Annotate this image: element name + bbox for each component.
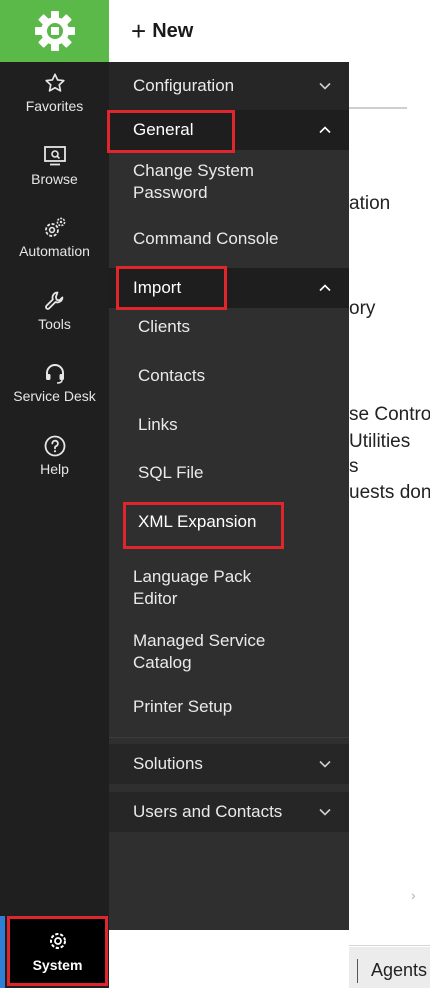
menu-item-label: Clients: [138, 317, 190, 336]
background-text: ory: [349, 298, 376, 319]
status-agents[interactable]: Agents: [371, 960, 427, 981]
rail-item-automation[interactable]: Automation: [0, 215, 109, 283]
top-bar: + New: [109, 0, 430, 63]
menu-item-managed-service-catalog[interactable]: Managed Service Catalog: [109, 628, 349, 678]
left-nav-rail: Favorites Browse Automation Tools Servic…: [0, 0, 109, 988]
menu-item-label: General: [133, 120, 194, 139]
background-text: se Contro: [349, 404, 430, 425]
menu-item-label: XML Expansion: [138, 512, 257, 531]
menu-item-label: Solutions: [133, 754, 203, 773]
menu-item-solutions[interactable]: Solutions: [109, 744, 349, 784]
star-icon: [44, 70, 66, 96]
menu-item-language-pack-editor[interactable]: Language Pack Editor: [109, 564, 349, 614]
rail-item-label: Automation: [19, 243, 90, 259]
rail-item-help[interactable]: Help: [0, 433, 109, 501]
help-icon: [43, 433, 67, 459]
menu-item-xml-expansion[interactable]: XML Expansion: [109, 507, 349, 537]
menu-item-configuration[interactable]: Configuration: [109, 62, 349, 110]
browse-icon: [43, 143, 67, 169]
scroll-right-icon[interactable]: ›: [411, 887, 416, 903]
menu-item-label: Users and Contacts: [133, 802, 283, 821]
menu-item-command-console[interactable]: Command Console: [109, 224, 349, 254]
rail-item-label: Browse: [31, 171, 78, 187]
app-logo[interactable]: [0, 0, 109, 62]
status-bar: Agents: [349, 947, 430, 988]
chevron-down-icon: [319, 82, 331, 90]
divider: [349, 107, 407, 109]
rail-item-label: Help: [40, 461, 69, 477]
gears-icon: [42, 215, 68, 241]
menu-item-label: Contacts: [138, 366, 206, 385]
divider: [357, 959, 358, 983]
chevron-up-icon: [319, 126, 331, 134]
rail-item-label: System: [32, 957, 83, 973]
chevron-down-icon: [319, 760, 331, 768]
menu-item-label: Command Console: [133, 229, 279, 248]
plus-icon: +: [131, 16, 147, 46]
menu-item-general[interactable]: General: [109, 110, 349, 150]
rail-item-label: Tools: [38, 316, 71, 332]
menu-item-label: Links: [138, 415, 178, 434]
background-page: ation ory se Contro Utilities s uests do…: [349, 62, 430, 988]
menu-item-printer-setup[interactable]: Printer Setup: [109, 692, 349, 722]
rail-item-service-desk[interactable]: Service Desk: [0, 360, 109, 428]
chevron-up-icon: [319, 284, 331, 292]
menu-item-label: Printer Setup: [133, 697, 233, 716]
menu-item-sql-file[interactable]: SQL File: [109, 458, 349, 488]
active-indicator: [0, 916, 5, 988]
menu-item-clients[interactable]: Clients: [109, 312, 349, 342]
menu-item-label: Managed Service Catalog: [133, 631, 266, 672]
system-flyout-menu: Configuration General Change System Pass…: [107, 62, 349, 930]
menu-item-label: SQL File: [138, 463, 204, 482]
background-text: ation: [349, 193, 391, 214]
new-button[interactable]: + New: [131, 18, 193, 44]
menu-item-label: Language Pack Editor: [133, 567, 252, 608]
menu-divider: [109, 737, 349, 738]
rail-item-system[interactable]: System: [7, 916, 108, 986]
rail-item-label: Service Desk: [13, 388, 96, 404]
menu-item-import[interactable]: Import: [109, 268, 349, 308]
background-text: uests don: [349, 482, 430, 503]
menu-item-label: Import: [133, 278, 182, 297]
logo-gear-icon: [34, 11, 75, 51]
wrench-icon: [43, 288, 67, 314]
menu-item-links[interactable]: Links: [109, 410, 349, 440]
rail-item-label: Favorites: [25, 98, 84, 114]
rail-item-browse[interactable]: Browse: [0, 143, 109, 211]
menu-item-contacts[interactable]: Contacts: [109, 361, 349, 391]
headset-icon: [43, 360, 67, 386]
menu-item-users-and-contacts[interactable]: Users and Contacts: [109, 792, 349, 832]
rail-item-tools[interactable]: Tools: [0, 288, 109, 356]
divider: [349, 945, 430, 946]
background-text: Utilities: [349, 431, 411, 452]
background-text: s: [349, 456, 359, 477]
menu-item-label: Change System Password: [133, 161, 254, 202]
new-button-label: New: [152, 19, 194, 42]
gear-icon: [46, 929, 70, 953]
menu-item-change-system-password[interactable]: Change System Password: [109, 158, 349, 208]
chevron-down-icon: [319, 808, 331, 816]
rail-item-favorites[interactable]: Favorites: [0, 70, 109, 138]
menu-item-label: Configuration: [133, 76, 235, 95]
